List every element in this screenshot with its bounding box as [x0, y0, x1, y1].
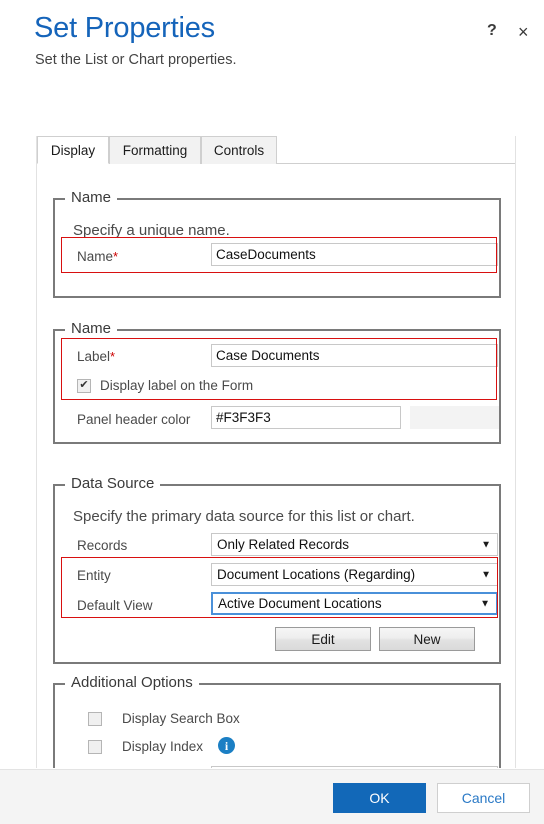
entity-dropdown-value: Document Locations (Regarding) — [217, 567, 416, 582]
default-view-dropdown-value: Active Document Locations — [218, 596, 382, 611]
page-subtitle: Set the List or Chart properties. — [35, 52, 237, 68]
new-button[interactable]: New — [379, 627, 475, 651]
edit-button-label: Edit — [311, 631, 335, 647]
tab-controls[interactable]: Controls — [201, 136, 277, 164]
section-additional-options-legend: Additional Options — [65, 674, 199, 691]
set-properties-dialog: Set Properties Set the List or Chart pro… — [0, 0, 544, 824]
cancel-button[interactable]: Cancel — [437, 783, 530, 813]
records-dropdown[interactable]: Only Related Records ▼ — [211, 533, 498, 556]
tab-panel: Display Formatting Controls Name Specify… — [36, 136, 516, 768]
display-label-text: Display label on the Form — [100, 378, 254, 393]
label-input[interactable] — [211, 344, 498, 367]
default-view-label: Default View — [77, 598, 153, 613]
required-marker: * — [113, 249, 119, 264]
entity-dropdown[interactable]: Document Locations (Regarding) ▼ — [211, 563, 498, 586]
section-name-label-legend: Name — [65, 320, 118, 337]
ok-button[interactable]: OK — [333, 783, 426, 813]
entity-label: Entity — [77, 568, 111, 583]
dialog-header: Set Properties Set the List or Chart pro… — [0, 0, 544, 120]
default-view-dropdown[interactable]: Active Document Locations ▼ — [211, 592, 498, 615]
section-additional-options: Additional Options ✔ Display Search Box … — [53, 674, 501, 768]
page-title: Set Properties — [34, 12, 215, 44]
records-label: Records — [77, 538, 128, 553]
info-icon[interactable]: i — [218, 737, 235, 754]
close-icon[interactable]: × — [518, 23, 529, 41]
panel-header-color-swatch[interactable] — [410, 406, 499, 429]
name-field-label: Name* — [77, 249, 119, 264]
section-data-source-help: Specify the primary data source for this… — [73, 508, 415, 525]
new-button-label: New — [413, 631, 441, 647]
chevron-down-icon: ▼ — [481, 569, 491, 580]
ok-button-label: OK — [369, 790, 390, 806]
display-search-box-checkbox[interactable]: ✔ — [88, 711, 102, 726]
panel-header-color-label: Panel header color — [77, 412, 191, 427]
display-search-box-row[interactable]: ✔ Display Search Box — [88, 711, 240, 726]
label-field-label: Label* — [77, 349, 116, 364]
section-name-unique-legend: Name — [65, 189, 118, 206]
tab-formatting-label: Formatting — [122, 143, 188, 158]
cancel-button-label: Cancel — [461, 790, 506, 806]
section-name-label: Name Label* ✔ Display label on the Form … — [53, 320, 501, 444]
view-selector-dropdown[interactable]: Off ▼ — [211, 766, 498, 768]
tab-formatting[interactable]: Formatting — [109, 136, 201, 164]
tab-strip: Display Formatting Controls — [37, 136, 515, 164]
section-data-source: Data Source Specify the primary data sou… — [53, 475, 501, 664]
section-name-unique: Name Specify a unique name. Name* — [53, 189, 501, 298]
display-index-checkbox[interactable]: ✔ — [88, 739, 102, 754]
name-input[interactable] — [211, 243, 498, 266]
records-dropdown-value: Only Related Records — [217, 537, 350, 552]
section-data-source-legend: Data Source — [65, 475, 161, 492]
tab-controls-label: Controls — [213, 143, 265, 158]
tab-display[interactable]: Display — [37, 136, 109, 164]
display-index-row[interactable]: ✔ Display Index — [88, 739, 203, 754]
display-label-checkbox[interactable]: ✔ — [77, 378, 91, 393]
display-search-box-text: Display Search Box — [122, 711, 240, 726]
tab-content-display: Name Specify a unique name. Name* Name L… — [37, 164, 515, 768]
help-icon[interactable]: ? — [487, 23, 497, 39]
required-marker: * — [110, 349, 116, 364]
panel-header-color-input[interactable] — [211, 406, 401, 429]
edit-button[interactable]: Edit — [275, 627, 371, 651]
chevron-down-icon: ▼ — [481, 539, 491, 550]
section-name-unique-help: Specify a unique name. — [73, 222, 230, 239]
display-index-text: Display Index — [122, 739, 204, 754]
tab-display-label: Display — [50, 142, 96, 158]
chevron-down-icon: ▼ — [480, 598, 490, 609]
display-label-row[interactable]: ✔ Display label on the Form — [77, 378, 253, 393]
